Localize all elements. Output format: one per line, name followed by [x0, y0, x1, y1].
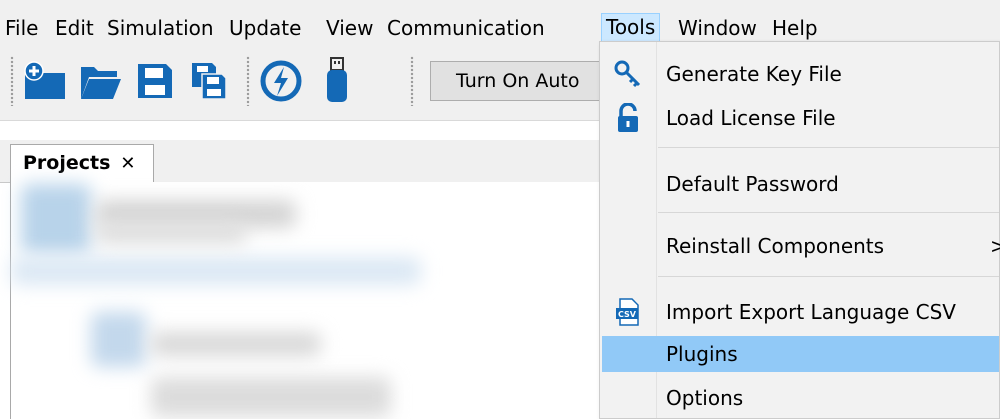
save-all-icon: [192, 63, 227, 100]
menu-item-label: Generate Key File: [666, 62, 842, 86]
blurred-tree-label: [96, 222, 246, 244]
menu-simulation[interactable]: Simulation: [107, 14, 214, 42]
csv-file-icon: CSV: [612, 296, 644, 328]
menu-item-generate-key-file[interactable]: Generate Key File: [602, 56, 999, 92]
connect-icon: [260, 60, 302, 102]
unlock-icon: [612, 102, 644, 134]
menu-item-plugins[interactable]: Plugins: [602, 336, 999, 372]
new-project-button[interactable]: [20, 54, 70, 108]
open-folder-icon: [81, 67, 121, 99]
menu-separator: [658, 276, 999, 277]
submenu-arrow-icon: >: [990, 234, 1000, 258]
toolbar-separator: [246, 56, 250, 106]
open-project-button[interactable]: [76, 54, 126, 108]
menu-item-label: Default Password: [666, 172, 839, 196]
menu-window[interactable]: Window: [678, 14, 757, 42]
blurred-tree-node: [91, 312, 146, 367]
menu-edit[interactable]: Edit: [55, 14, 94, 42]
menu-item-default-password[interactable]: Default Password: [602, 166, 999, 202]
toolbar-separator-2: [410, 56, 414, 106]
menu-item-label: Plugins: [666, 342, 738, 366]
menu-item-import-export-language-csv[interactable]: CSV Import Export Language CSV: [602, 294, 999, 330]
svg-text:CSV: CSV: [618, 310, 637, 319]
menu-item-options[interactable]: Options: [602, 380, 999, 416]
menu-item-load-license-file[interactable]: Load License File: [602, 100, 999, 136]
menu-help[interactable]: Help: [772, 14, 818, 42]
projects-tree[interactable]: [10, 182, 603, 419]
menu-file[interactable]: File: [5, 14, 38, 42]
menu-tools[interactable]: Tools: [601, 13, 661, 42]
close-icon[interactable]: ✕: [120, 153, 135, 174]
menu-communication[interactable]: Communication: [387, 14, 545, 42]
blurred-tree-label: [151, 332, 321, 356]
new-project-icon: [24, 61, 65, 99]
blurred-tree-selection: [11, 257, 421, 285]
connect-button[interactable]: [256, 54, 306, 108]
menu-separator: [658, 212, 999, 213]
menu-bar: File Edit Simulation Update View Communi…: [0, 0, 1000, 42]
menu-item-reinstall-components[interactable]: Reinstall Components >: [602, 228, 1000, 264]
menu-view[interactable]: View: [326, 14, 373, 42]
tab-projects-label: Projects: [23, 152, 111, 174]
turn-on-auto-button[interactable]: Turn On Auto: [430, 61, 610, 101]
save-button[interactable]: [130, 54, 180, 108]
menu-item-label: Options: [666, 386, 744, 410]
menu-update[interactable]: Update: [229, 14, 301, 42]
tab-projects[interactable]: Projects ✕: [10, 144, 154, 183]
tools-menu: Generate Key File Load License File Defa…: [599, 41, 1000, 419]
key-icon: [612, 58, 644, 90]
usb-icon: [327, 57, 347, 102]
usb-button[interactable]: [312, 54, 362, 108]
menu-item-label: Import Export Language CSV: [666, 300, 956, 324]
menu-separator: [658, 147, 999, 148]
save-all-button[interactable]: [184, 54, 234, 108]
blurred-tree-node: [21, 184, 91, 254]
save-icon: [138, 64, 172, 98]
menu-item-label: Reinstall Components: [666, 234, 885, 258]
blurred-tree-label: [151, 377, 391, 417]
menu-item-label: Load License File: [666, 106, 836, 130]
toolbar-grip[interactable]: [10, 56, 14, 106]
